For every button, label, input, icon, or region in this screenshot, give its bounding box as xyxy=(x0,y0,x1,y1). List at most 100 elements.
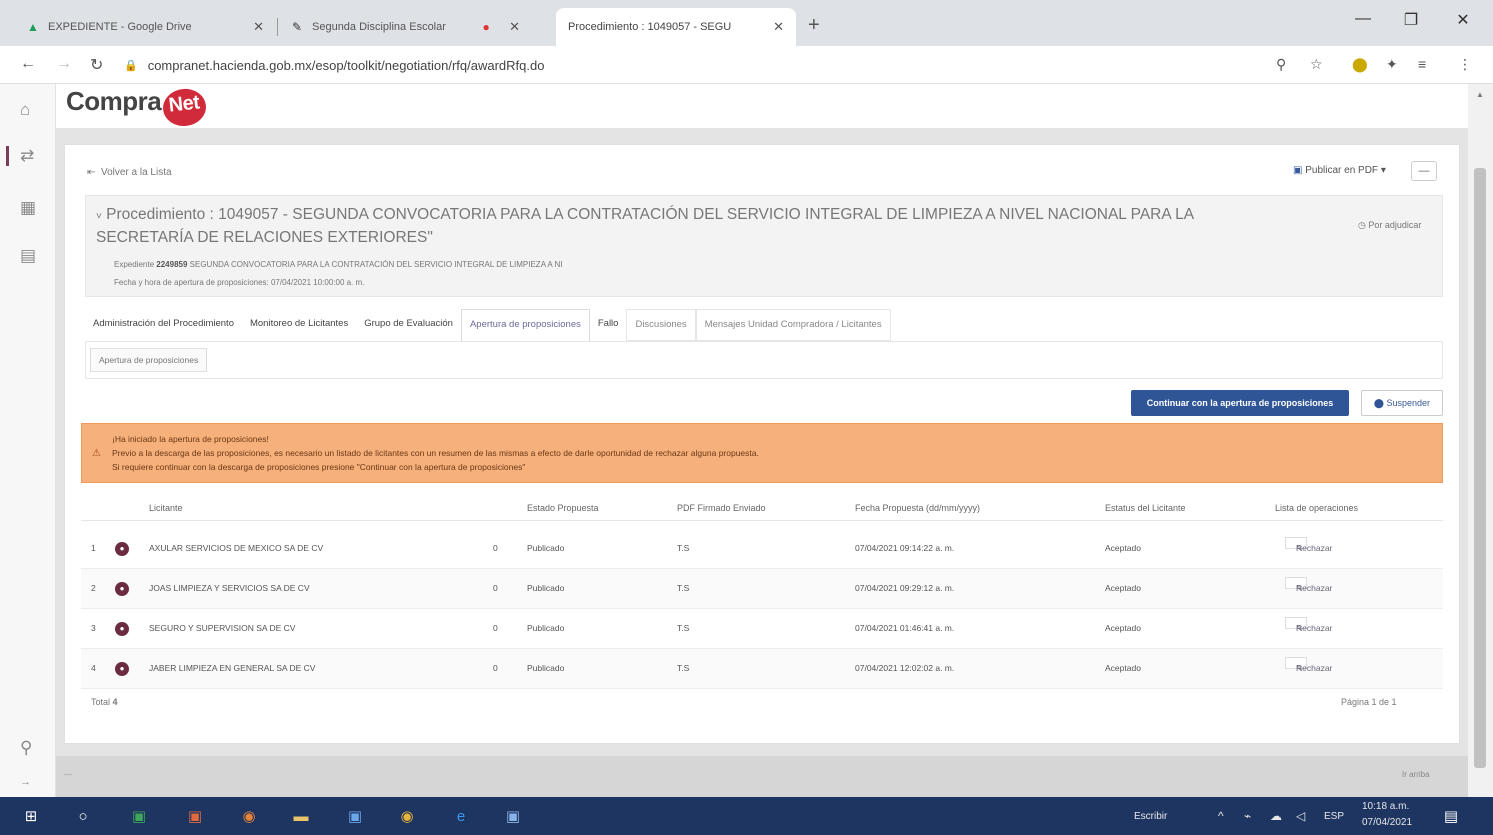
bidder-avatar-icon: ● xyxy=(115,542,129,556)
reject-button[interactable]: ✎ Rechazar xyxy=(1285,537,1332,553)
notifications-icon[interactable]: ▤ xyxy=(1440,805,1462,827)
reject-button[interactable]: ✎ Rechazar xyxy=(1285,617,1332,633)
continue-opening-button[interactable]: Continuar con la apertura de proposicion… xyxy=(1131,390,1349,416)
publish-pdf-button[interactable]: ▣ Publicar en PDF ▾ xyxy=(1293,165,1386,176)
reload-icon[interactable]: ↻ xyxy=(90,55,103,75)
cortana-icon[interactable]: ○ xyxy=(72,805,94,827)
network-icon[interactable]: ⌁ xyxy=(1244,809,1251,823)
extension-icon[interactable]: ⬤ xyxy=(1352,56,1368,73)
back-arrow-icon[interactable]: ← xyxy=(20,55,36,73)
tab-administracion[interactable]: Administración del Procedimiento xyxy=(85,309,242,341)
handshake-icon[interactable]: ⇄ xyxy=(6,146,34,166)
process-tabs: Administración del Procedimiento Monitor… xyxy=(85,309,891,341)
clock-time[interactable]: 10:18 a.m. xyxy=(1362,801,1409,812)
forward-arrow-icon[interactable]: → xyxy=(56,55,72,73)
page-scrollbar[interactable]: ▲ xyxy=(1468,84,1493,797)
page-content: Compra Net ⇤ Volver a la Lista ▣ Publicar… xyxy=(56,84,1468,797)
chevron-down-icon: ▾ xyxy=(1380,165,1386,176)
bidder-avatar-icon: ● xyxy=(115,662,129,676)
info-icon: ⬤ xyxy=(1373,398,1384,408)
pagination-label: Página 1 de 1 xyxy=(1341,697,1397,707)
bidder-avatar-icon: ● xyxy=(115,622,129,636)
scroll-up-icon[interactable]: ▲ xyxy=(1476,90,1484,99)
pen-icon: ✎ xyxy=(291,20,303,34)
suspend-button[interactable]: ⬤ Suspender xyxy=(1361,390,1443,416)
tab-grupo-evaluacion[interactable]: Grupo de Evaluación xyxy=(356,309,461,341)
url-field[interactable]: 🔒 compranet.hacienda.gob.mx/esop/toolkit… xyxy=(124,52,1264,78)
scroll-thumb[interactable] xyxy=(1474,168,1486,768)
col-estado: Estado Propuesta xyxy=(527,503,599,513)
language-indicator[interactable]: ESP xyxy=(1324,811,1344,822)
reject-button[interactable]: ✎ Rechazar xyxy=(1285,657,1332,673)
bidder-name-link[interactable]: AXULAR SERVICIOS DE MEXICO SA DE CV xyxy=(149,543,323,553)
cloud-icon[interactable]: ☁ xyxy=(1270,809,1282,823)
close-window-button[interactable]: ✕ xyxy=(1440,10,1486,30)
word-icon[interactable]: ▣ xyxy=(502,805,524,827)
back-arrow-icon: ⇤ xyxy=(87,167,96,178)
home-icon[interactable]: ⌂ xyxy=(20,100,30,120)
back-to-list-link[interactable]: ⇤ Volver a la Lista xyxy=(87,167,172,178)
tab-fallo[interactable]: Fallo xyxy=(590,309,627,341)
excel-icon[interactable]: ▣ xyxy=(128,805,150,827)
record-icon: ● xyxy=(482,20,490,34)
chrome-icon[interactable]: ◉ xyxy=(396,805,418,827)
table-row: 4 ● JABER LIMPIEZA EN GENERAL SA DE CV 0… xyxy=(81,649,1443,689)
collapse-icon[interactable]: → xyxy=(20,776,31,788)
search-icon[interactable]: ⚲ xyxy=(20,738,32,758)
warning-alert: ⚠ ¡Ha iniciado la apertura de proposicio… xyxy=(81,423,1443,483)
col-licitante: Licitante xyxy=(149,503,183,513)
collapse-chevron-icon[interactable]: ˅ xyxy=(96,211,102,222)
volume-icon[interactable]: ◁ xyxy=(1296,809,1305,823)
search-box-text[interactable]: Escribir xyxy=(1134,811,1167,822)
maximize-button[interactable]: ❐ xyxy=(1388,10,1434,30)
firefox-icon[interactable]: ◉ xyxy=(238,805,260,827)
edge-icon[interactable]: e xyxy=(450,805,472,827)
more-actions-button[interactable]: — xyxy=(1411,161,1437,181)
windows-start-icon[interactable]: ⊞ xyxy=(20,805,42,827)
tab-apertura[interactable]: Apertura de proposiciones xyxy=(460,309,590,341)
menu-icon[interactable]: ⋮ xyxy=(1458,56,1472,73)
browser-tab-procedimiento[interactable]: Procedimiento : 1049057 - SEGU ✕ xyxy=(556,8,796,46)
browser-tab-segunda[interactable]: ✎ Segunda Disciplina Escolar ● ✕ xyxy=(278,8,532,46)
subtab-apertura[interactable]: Apertura de proposiciones xyxy=(90,348,208,372)
outlook-icon[interactable]: ▣ xyxy=(344,805,366,827)
table-row: 1 ● AXULAR SERVICIOS DE MEXICO SA DE CV … xyxy=(81,529,1443,569)
tray-chevron-icon[interactable]: ^ xyxy=(1218,809,1224,823)
lock-icon: 🔒 xyxy=(124,59,138,72)
windows-taskbar: ⊞ ○ ▣ ▣ ◉ ▬ ▣ ◉ e ▣ Escribir ^ ⌁ ☁ ◁ ESP… xyxy=(0,797,1493,835)
zoom-icon[interactable]: ⚲ xyxy=(1276,56,1286,73)
compranet-logo[interactable]: Compra Net xyxy=(66,86,208,129)
close-icon[interactable]: ✕ xyxy=(509,19,520,35)
tab-monitoreo[interactable]: Monitoreo de Licitantes xyxy=(242,309,356,341)
browser-tabstrip: ▲ EXPEDIENTE - Google Drive ✕ ✎ Segunda … xyxy=(0,0,1493,46)
bottom-band: — Ir arriba xyxy=(56,756,1468,797)
reject-button[interactable]: ✎ Rechazar xyxy=(1285,577,1332,593)
building-icon[interactable]: ▦ xyxy=(20,198,36,218)
procedure-card: ⇤ Volver a la Lista ▣ Publicar en PDF ▾ … xyxy=(64,144,1460,744)
profile-icon[interactable]: ≡ xyxy=(1418,56,1426,72)
close-icon[interactable]: ✕ xyxy=(773,19,784,35)
browser-tab-drive[interactable]: ▲ EXPEDIENTE - Google Drive ✕ xyxy=(14,8,276,46)
clock-date[interactable]: 07/04/2021 xyxy=(1362,817,1412,828)
file-explorer-icon[interactable]: ▬ xyxy=(290,805,312,827)
puzzle-icon[interactable]: ✦ xyxy=(1386,56,1398,73)
bidder-name-link[interactable]: JOAS LIMPIEZA Y SERVICIOS SA DE CV xyxy=(149,583,310,593)
bidder-name-link[interactable]: SEGURO Y SUPERVISION SA DE CV xyxy=(149,623,295,633)
go-top-link[interactable]: Ir arriba xyxy=(1402,770,1430,779)
powerpoint-icon[interactable]: ▣ xyxy=(184,805,206,827)
address-bar: ← → ↻ 🔒 compranet.hacienda.gob.mx/esop/t… xyxy=(0,46,1493,84)
minimize-button[interactable]: — xyxy=(1340,10,1386,28)
procedure-title: ˅ Procedimiento : 1049057 - SEGUNDA CONV… xyxy=(96,206,1194,246)
left-nav: ⌂ ⇄ ▦ ▤ ⚲ → xyxy=(0,84,56,797)
opening-date-line: Fecha y hora de apertura de proposicione… xyxy=(114,278,365,287)
bidder-name-link[interactable]: JABER LIMPIEZA EN GENERAL SA DE CV xyxy=(149,663,315,673)
col-estatus: Estatus del Licitante xyxy=(1105,503,1186,513)
close-icon[interactable]: ✕ xyxy=(253,19,264,35)
new-tab-button[interactable]: + xyxy=(808,14,820,37)
pdf-icon: ▣ xyxy=(1293,165,1303,176)
tab-discusiones[interactable]: Discusiones xyxy=(626,309,696,341)
tab-mensajes[interactable]: Mensajes Unidad Compradora / Licitantes xyxy=(695,309,891,341)
document-icon[interactable]: ▤ xyxy=(20,246,36,266)
star-icon[interactable]: ☆ xyxy=(1310,56,1323,73)
status-label: ◷ Por adjudicar xyxy=(1358,220,1422,230)
